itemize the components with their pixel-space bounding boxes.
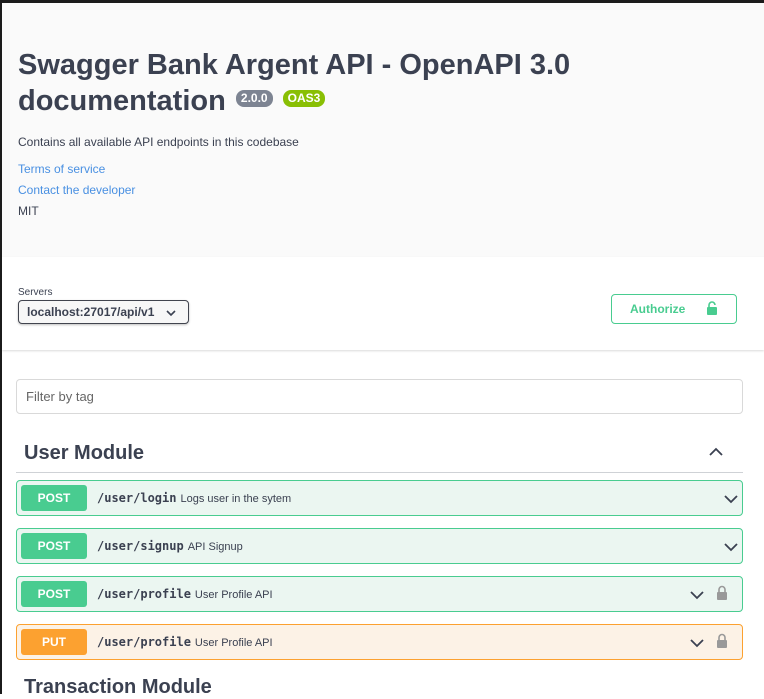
user-module-section-header[interactable]: User Module <box>16 433 743 473</box>
api-description: Contains all available API endpoints in … <box>18 135 299 149</box>
filter-by-tag-input[interactable]: Filter by tag <box>16 379 743 414</box>
operation-post-user-profile[interactable]: POST /user/profile User Profile API <box>16 576 743 612</box>
operation-path: /user/login Logs user in the sytem <box>97 491 291 505</box>
method-badge: POST <box>21 581 87 607</box>
transaction-module-section-header[interactable]: Transaction Module <box>24 676 212 699</box>
operation-post-user-login[interactable]: POST /user/login Logs user in the sytem <box>16 480 743 516</box>
info-panel: Swagger Bank Argent API - OpenAPI 3.0 do… <box>2 3 764 257</box>
path-text: /user/signup <box>97 539 184 553</box>
operation-summary: User Profile API <box>194 637 273 649</box>
contact-developer-link[interactable]: Contact the developer <box>18 183 748 197</box>
section-title: User Module <box>24 442 145 464</box>
method-badge: POST <box>21 533 87 559</box>
operation-summary: User Profile API <box>194 589 273 601</box>
filter-placeholder: Filter by tag <box>26 389 94 404</box>
lock-icon[interactable] <box>716 633 728 649</box>
operation-put-user-profile[interactable]: PUT /user/profile User Profile API <box>16 624 743 660</box>
authorize-label: Authorize <box>630 302 686 316</box>
unlocked-icon <box>707 301 717 315</box>
servers-selected-value: localhost:27017/api/v1 <box>27 305 155 319</box>
authorize-button[interactable]: Authorize <box>611 294 737 324</box>
terms-of-service-link[interactable]: Terms of service <box>18 162 748 176</box>
operation-post-user-signup[interactable]: POST /user/signup API Signup <box>16 528 743 564</box>
chevron-up-icon[interactable] <box>709 447 723 457</box>
method-badge: PUT <box>21 629 87 655</box>
lock-icon[interactable] <box>716 585 728 601</box>
method-badge: POST <box>21 485 87 511</box>
scheme-container: Servers localhost:27017/api/v1 Authorize <box>2 257 764 350</box>
license-text: MIT <box>18 204 39 218</box>
chevron-down-icon <box>166 306 176 320</box>
operation-path: /user/profile User Profile API <box>97 635 273 649</box>
operation-path: /user/signup API Signup <box>97 539 243 553</box>
chevron-down-icon[interactable] <box>724 494 738 504</box>
path-text: /user/profile <box>97 635 191 649</box>
path-text: /user/login <box>97 491 177 505</box>
operation-summary: API Signup <box>187 541 243 553</box>
path-text: /user/profile <box>97 587 191 601</box>
version-badge: 2.0.0 <box>235 90 273 107</box>
chevron-down-icon[interactable] <box>690 638 704 648</box>
oas-badge: OAS3 <box>282 90 326 107</box>
operation-summary: Logs user in the sytem <box>180 493 292 505</box>
servers-select[interactable]: localhost:27017/api/v1 <box>18 300 189 324</box>
servers-label: Servers <box>18 287 53 298</box>
operation-path: /user/profile User Profile API <box>97 587 273 601</box>
chevron-down-icon[interactable] <box>690 590 704 600</box>
page-title: Swagger Bank Argent API - OpenAPI 3.0 do… <box>18 47 618 119</box>
chevron-down-icon[interactable] <box>724 542 738 552</box>
